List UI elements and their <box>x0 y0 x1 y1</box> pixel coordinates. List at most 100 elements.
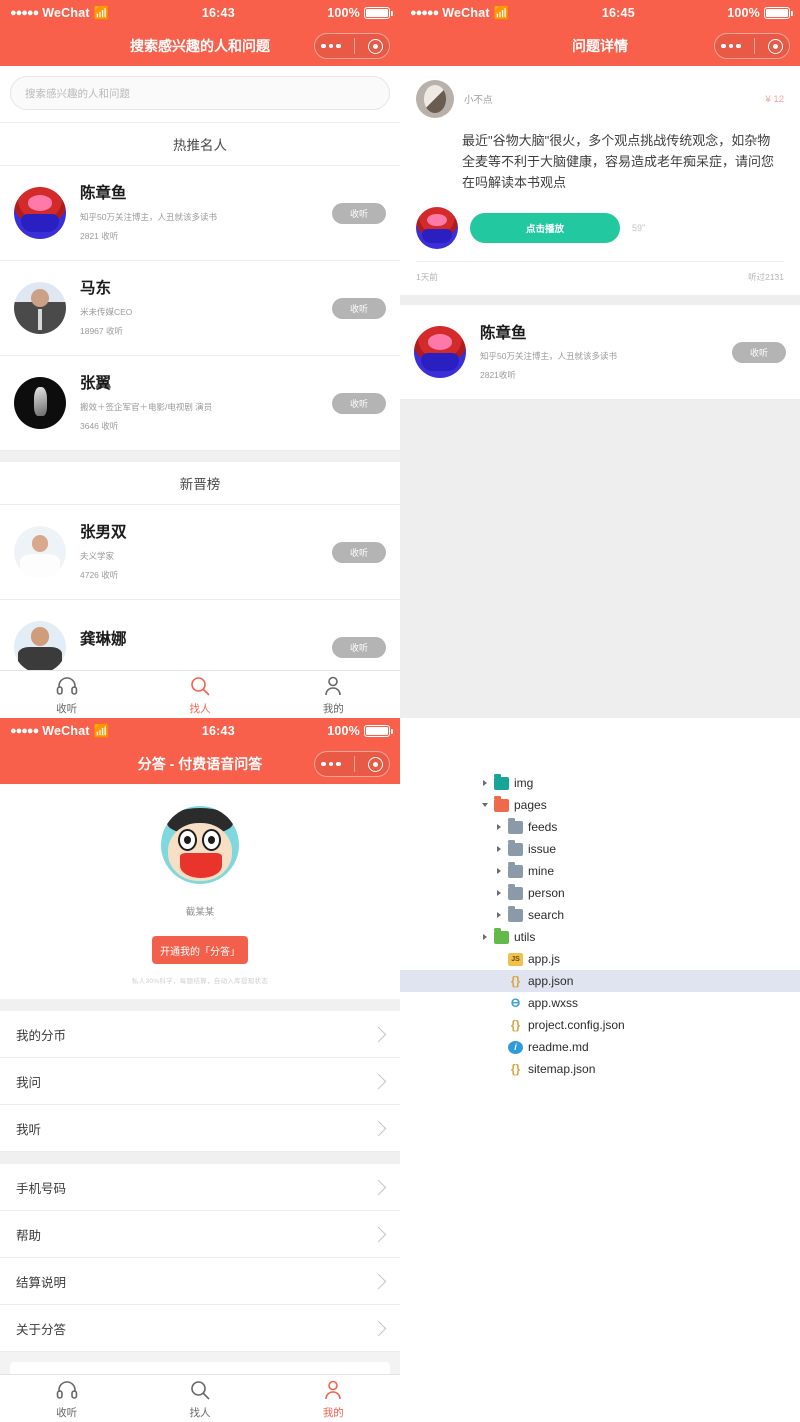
person-desc: 知乎50万关注博主，人丑就该多读书 <box>480 350 617 361</box>
menu-item-my-listens[interactable]: 我听 <box>0 1105 400 1152</box>
open-fenda-button[interactable]: 开通我的「分答」 <box>152 936 248 964</box>
menu-item-help[interactable]: 帮助 <box>0 1211 400 1258</box>
menu-item-phone[interactable]: 手机号码 <box>0 1164 400 1211</box>
chevron-down-icon[interactable] <box>480 801 489 810</box>
person-row[interactable]: 陈章鱼 知乎50万关注博主，人丑就该多读书 2821 收听 收听 <box>0 166 400 261</box>
menu-item-my-questions[interactable]: 我问 <box>0 1058 400 1105</box>
nav-bar-panel1: 搜索感兴趣的人和问题 <box>0 26 400 66</box>
more-icon[interactable] <box>321 761 341 767</box>
tree-label: app.json <box>528 974 574 988</box>
tree-item-readme-md[interactable]: i readme.md <box>400 1036 800 1058</box>
chevron-right-icon[interactable] <box>494 889 503 898</box>
profile-block: 截某某 开通我的「分答」 私人30%科学，每题结算，自动入库提现状态 <box>0 784 400 999</box>
person-name: 张翼 <box>80 375 112 393</box>
tree-label: person <box>528 886 565 900</box>
tree-item-mine[interactable]: mine <box>400 860 800 882</box>
person-name: 陈章鱼 <box>80 185 127 203</box>
tree-item-issue[interactable]: issue <box>400 838 800 860</box>
more-icon[interactable] <box>321 43 341 49</box>
close-target-icon[interactable] <box>367 38 383 54</box>
person-name: 马东 <box>80 280 112 298</box>
tree-item-app-js[interactable]: JS app.js <box>400 948 800 970</box>
person-row[interactable]: 张翼 搬效＋签企军官＋电影/电视剧 演员 3646 收听 收听 <box>0 356 400 451</box>
search-input[interactable]: 搜索感兴趣的人和问题 <box>10 76 390 110</box>
nav-bar-panel3: 分答 - 付费语音问答 <box>0 744 400 784</box>
listen-button[interactable]: 收听 <box>332 541 386 563</box>
wechat-capsule-button[interactable] <box>714 33 790 59</box>
search-bar-container: 搜索感兴趣的人和问题 <box>0 66 400 122</box>
screenshot-stage: ●●●●● WeChat 📶 16:43 100% 搜索感兴趣的人和问题 搜索感… <box>0 0 800 1422</box>
chevron-right-icon[interactable] <box>480 779 489 788</box>
person-listen-count: 18967 收听 <box>80 325 123 336</box>
answerer-avatar[interactable] <box>416 207 458 250</box>
tab-find-people[interactable]: 找人 <box>133 1377 266 1420</box>
markdown-file-icon: i <box>508 1040 523 1054</box>
tree-item-search[interactable]: search <box>400 904 800 926</box>
listen-button[interactable]: 收听 <box>332 297 386 319</box>
tree-label: pages <box>514 798 547 812</box>
tree-item-app-json[interactable]: {} app.json <box>400 970 800 992</box>
listen-button[interactable]: 收听 <box>332 636 386 658</box>
tree-item-project-config-json[interactable]: {} project.config.json <box>400 1014 800 1036</box>
tree-item-app-wxss[interactable]: ϴ app.wxss <box>400 992 800 1014</box>
listen-count-label: 听过2131 <box>748 272 784 283</box>
menu-item-about[interactable]: 关于分答 <box>0 1305 400 1352</box>
tree-item-utils[interactable]: utils <box>400 926 800 948</box>
tree-item-person[interactable]: person <box>400 882 800 904</box>
tree-item-img[interactable]: img <box>400 772 800 794</box>
asker-avatar[interactable] <box>416 80 454 118</box>
tab-mine[interactable]: 我的 <box>267 1377 400 1420</box>
menu-item-settlement[interactable]: 结算说明 <box>0 1258 400 1305</box>
asker-name: 小不点 <box>464 95 493 106</box>
listen-button[interactable]: 收听 <box>732 341 786 363</box>
chevron-right-icon[interactable] <box>494 845 503 854</box>
menu-item-my-coins[interactable]: 我的分币 <box>0 1011 400 1058</box>
person-row[interactable]: 马东 米未传媒CEO 18967 收听 收听 <box>0 261 400 356</box>
more-icon[interactable] <box>721 43 741 49</box>
tree-item-pages[interactable]: pages <box>400 794 800 816</box>
chevron-right-icon[interactable] <box>494 911 503 920</box>
clock-label: 16:45 <box>601 6 635 20</box>
close-target-icon[interactable] <box>367 756 383 772</box>
person-row[interactable]: 陈章鱼 知乎50万关注博主，人丑就该多读书 2821收听 收听 <box>400 305 800 401</box>
status-bar-panel2: ●●●●● WeChat 📶 16:45 100% <box>400 0 800 26</box>
tree-item-feeds[interactable]: feeds <box>400 816 800 838</box>
tab-mine[interactable]: 我的 <box>267 673 400 716</box>
close-target-icon[interactable] <box>767 38 783 54</box>
menu-divider <box>0 1152 400 1164</box>
file-tree: img pages feeds issue mine person search… <box>400 718 800 1080</box>
chevron-right-icon[interactable] <box>480 933 489 942</box>
wxss-file-icon: ϴ <box>510 995 521 1010</box>
listen-button[interactable]: 收听 <box>332 202 386 224</box>
carrier-label: WeChat <box>42 6 90 20</box>
menu-label: 帮助 <box>16 1228 42 1243</box>
tab-label: 我的 <box>322 1407 344 1419</box>
person-name: 张男双 <box>80 524 127 542</box>
tab-listen[interactable]: 收听 <box>0 1377 133 1420</box>
answerer-card: 陈章鱼 知乎50万关注博主，人丑就该多读书 2821收听 收听 <box>400 305 800 401</box>
folder-icon <box>494 774 509 790</box>
tree-item-sitemap-json[interactable]: {} sitemap.json <box>400 1058 800 1080</box>
price-badge: ¥ 12 <box>765 93 785 105</box>
wechat-capsule-button[interactable] <box>314 751 390 777</box>
tab-listen[interactable]: 收听 <box>0 673 133 716</box>
wifi-icon: 📶 <box>93 723 110 738</box>
tree-label: search <box>528 908 565 922</box>
page-title-panel1: 搜索感兴趣的人和问题 <box>130 38 270 54</box>
tab-find-people[interactable]: 找人 <box>133 673 266 716</box>
signal-dots-icon: ●●●●● <box>410 7 439 19</box>
chevron-right-icon <box>370 1273 387 1289</box>
play-button[interactable]: 点击播放 <box>470 213 620 244</box>
person-info: 龚琳娜 <box>66 630 332 663</box>
chevron-right-icon[interactable] <box>494 823 503 832</box>
wechat-capsule-button[interactable] <box>314 33 390 59</box>
person-desc: 知乎50万关注博主，人丑就该多读书 <box>80 211 217 222</box>
avatar <box>14 282 66 334</box>
person-icon <box>320 1377 346 1403</box>
chevron-right-icon[interactable] <box>494 867 503 876</box>
person-row[interactable]: 张男双 夫义学家 4726 收听 收听 <box>0 505 400 600</box>
avatar[interactable] <box>161 806 239 884</box>
listen-button[interactable]: 收听 <box>332 392 386 414</box>
